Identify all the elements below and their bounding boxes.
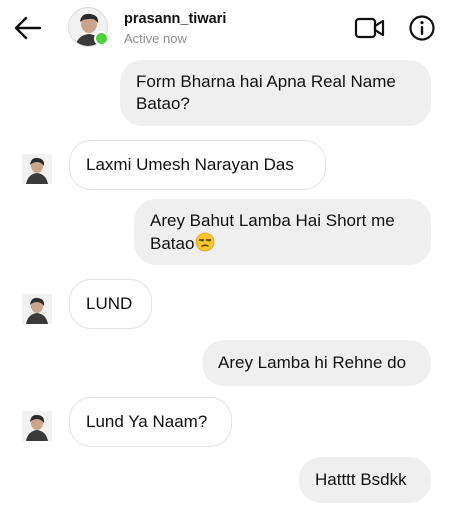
- sender-avatar[interactable]: [22, 411, 52, 441]
- message-bubble-sent[interactable]: Arey Bahut Lamba Hai Short me Batao: [134, 199, 431, 265]
- online-status-dot: [94, 31, 109, 46]
- message-text: Hatttt Bsdkk: [315, 470, 407, 489]
- unamused-emoji: [195, 232, 215, 258]
- back-arrow-icon: [14, 16, 42, 40]
- back-button[interactable]: [12, 12, 44, 44]
- message-text: Laxmi Umesh Narayan Das: [86, 155, 294, 174]
- active-status: Active now: [124, 31, 187, 46]
- message-text-line: Batao?: [136, 94, 190, 113]
- sender-avatar[interactable]: [22, 154, 52, 184]
- message-text-line: Form Bharna hai Apna Real Name: [136, 72, 396, 91]
- video-call-icon: [354, 17, 385, 39]
- unamused-face-icon: [196, 232, 215, 252]
- message-bubble-received[interactable]: Lund Ya Naam?: [69, 397, 232, 447]
- message-text-line: Arey Bahut Lamba Hai Short me: [150, 211, 395, 230]
- sender-avatar[interactable]: [22, 294, 52, 324]
- header-avatar[interactable]: [68, 7, 109, 47]
- message-bubble-received[interactable]: LUND: [69, 279, 152, 329]
- message-bubble-sent[interactable]: Form Bharna hai Apna Real Name Batao?: [120, 60, 431, 126]
- message-bubble-sent[interactable]: Hatttt Bsdkk: [299, 457, 431, 503]
- message-bubble-received[interactable]: Laxmi Umesh Narayan Das: [69, 140, 326, 190]
- message-text: Arey Lamba hi Rehne do: [218, 353, 407, 372]
- message-bubble-sent[interactable]: Arey Lamba hi Rehne do: [202, 340, 431, 386]
- message-text: LUND: [86, 294, 133, 313]
- chat-username[interactable]: prasann_tiwari: [124, 11, 226, 27]
- info-button[interactable]: [408, 14, 436, 42]
- video-call-button[interactable]: [354, 15, 386, 41]
- message-text: Lund Ya Naam?: [86, 412, 208, 431]
- info-icon: [409, 15, 435, 41]
- chat-header: prasann_tiwari Active now: [0, 0, 450, 56]
- message-text-line: Batao: [150, 234, 195, 253]
